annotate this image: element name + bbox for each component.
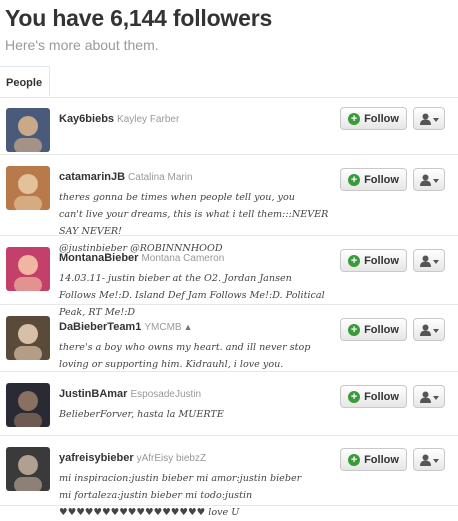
bio-line: mi fortaleza:justin bieber mi todo:justi… (59, 490, 253, 518)
username-link[interactable]: Kay6biebs (59, 113, 114, 125)
bio-line: there's a boy who owns my heart. and ill… (59, 342, 311, 353)
plus-icon: + (348, 173, 361, 186)
list-item: yafreisybieber yAfrEisy biebzZ mi inspirac… (0, 436, 458, 518)
user-actions-button[interactable] (413, 318, 445, 341)
chevron-down-icon (432, 458, 439, 463)
chevron-down-icon (432, 328, 439, 333)
avatar[interactable] (6, 383, 50, 427)
realname: yAfrEisy biebzZ (136, 453, 207, 464)
user-bio: there's a boy who owns my heart. and ill… (59, 339, 339, 373)
user-info: yafreisybieber yAfrEisy biebzZ mi inspirac… (59, 448, 339, 521)
person-icon (419, 255, 431, 267)
chevron-down-icon (432, 117, 439, 122)
avatar[interactable] (6, 316, 50, 360)
realname: EsposadeJustin (130, 389, 202, 400)
user-bio: BelieberForver, hasta la MUERTE (59, 406, 339, 423)
page-header: You have 6,144 followers Here's more abo… (5, 0, 455, 53)
bio-line: 14.03.11- justin bieber at the O2. Jorda… (59, 273, 292, 284)
list-item: JustinBAmar EsposadeJustin BelieberForver,… (0, 372, 458, 436)
name-line: Kay6biebs Kayley Farber (59, 109, 339, 127)
bio-line: can't live your dreams, this is what i t… (59, 209, 329, 237)
username-link[interactable]: JustinBAmar (59, 388, 127, 400)
person-icon (419, 113, 431, 125)
user-actions-button[interactable] (413, 168, 445, 191)
realname: YMCMB (144, 322, 182, 333)
user-actions-button[interactable] (413, 385, 445, 408)
username-link[interactable]: DaBieberTeam1 (59, 321, 141, 333)
plus-icon: + (348, 453, 361, 466)
follow-label: Follow (364, 173, 399, 186)
realname: Kayley Farber (117, 114, 180, 125)
plus-icon: + (348, 323, 361, 336)
list-item: catamarinJB Catalina Marin theres gonna be… (0, 155, 458, 254)
follow-label: Follow (364, 323, 399, 336)
person-icon (419, 454, 431, 466)
name-line: MontanaBieber Montana Cameron (59, 248, 339, 266)
page-subtitle: Here's more about them. (5, 37, 159, 53)
tab-bar: People (0, 66, 458, 98)
person-icon (419, 324, 431, 336)
plus-icon: + (348, 112, 361, 125)
follow-label: Follow (364, 254, 399, 267)
tab-people[interactable]: People (0, 66, 50, 97)
plus-icon: + (348, 254, 361, 267)
follow-button[interactable]: + Follow (340, 318, 407, 341)
person-icon (419, 391, 431, 403)
page-title: You have 6,144 followers (5, 5, 273, 31)
realname: Catalina Marin (128, 172, 193, 183)
follow-label: Follow (364, 112, 399, 125)
username-link[interactable]: yafreisybieber (59, 452, 134, 464)
chevron-down-icon (432, 259, 439, 264)
user-bio: mi inspiracion:justin bieber mi amor:jus… (59, 470, 339, 521)
bio-line: theres gonna be times when people tell y… (59, 192, 295, 203)
follow-label: Follow (364, 390, 399, 403)
follow-label: Follow (364, 453, 399, 466)
user-info: JustinBAmar EsposadeJustin BelieberForver,… (59, 384, 339, 423)
user-info: DaBieberTeam1 YMCMB ▲ there's a boy who own… (59, 317, 339, 373)
user-actions-button[interactable] (413, 107, 445, 130)
bio-line: BelieberForver, hasta la MUERTE (59, 409, 224, 420)
follow-button[interactable]: + Follow (340, 168, 407, 191)
list-item: Kay6biebs Kayley Farber + Follow (0, 97, 458, 155)
follow-button[interactable]: + Follow (340, 249, 407, 272)
protected-icon: ▲ (183, 322, 193, 332)
list-item: DaBieberTeam1 YMCMB ▲ there's a boy who own… (0, 305, 458, 372)
avatar[interactable] (6, 108, 50, 152)
user-actions-button[interactable] (413, 448, 445, 471)
username-link[interactable]: catamarinJB (59, 171, 125, 183)
name-line: yafreisybieber yAfrEisy biebzZ (59, 448, 339, 466)
chevron-down-icon (432, 178, 439, 183)
bio-line: loving or supporting him. Kidrauhl, i lo… (59, 359, 284, 370)
avatar[interactable] (6, 247, 50, 291)
bio-line: mi inspiracion:justin bieber mi amor:jus… (59, 473, 302, 484)
follow-button[interactable]: + Follow (340, 448, 407, 471)
user-info: Kay6biebs Kayley Farber (59, 109, 339, 127)
avatar[interactable] (6, 447, 50, 491)
list-item: MontanaBieber Montana Cameron 14.03.11- ju… (0, 236, 458, 318)
user-actions-button[interactable] (413, 249, 445, 272)
follow-button[interactable]: + Follow (340, 385, 407, 408)
name-line: DaBieberTeam1 YMCMB ▲ (59, 317, 339, 335)
follow-button[interactable]: + Follow (340, 107, 407, 130)
username-link[interactable]: MontanaBieber (59, 252, 138, 264)
avatar[interactable] (6, 166, 50, 210)
followers-list: Kay6biebs Kayley Farber + Follow catamarinJB… (0, 97, 458, 518)
chevron-down-icon (432, 395, 439, 400)
person-icon (419, 174, 431, 186)
realname: Montana Cameron (141, 253, 225, 264)
plus-icon: + (348, 390, 361, 403)
name-line: JustinBAmar EsposadeJustin (59, 384, 339, 402)
name-line: catamarinJB Catalina Marin (59, 167, 339, 185)
